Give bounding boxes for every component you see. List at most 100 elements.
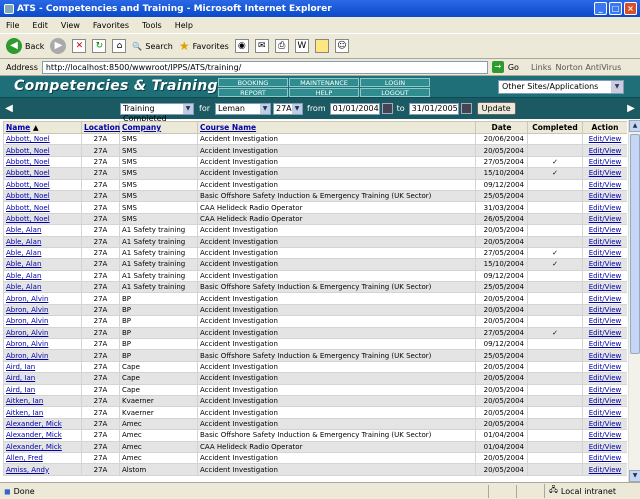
menu-help[interactable]: Help <box>175 21 193 30</box>
print-icon[interactable]: ⎙ <box>274 39 289 53</box>
employee-name-link[interactable]: Alexander, Mick <box>6 420 62 428</box>
employee-name-link[interactable]: Able, Alan <box>6 272 41 280</box>
employee-name-link[interactable]: Able, Alan <box>6 226 41 234</box>
employee-name-link[interactable]: Aitken, Ian <box>6 397 43 405</box>
update-button[interactable]: Update <box>476 102 516 115</box>
edit-view-link[interactable]: Edit/View <box>589 238 622 246</box>
from-date-input[interactable]: 01/01/2004 <box>329 102 380 115</box>
edit-view-link[interactable]: Edit/View <box>589 317 622 325</box>
scroll-up-icon[interactable]: ▲ <box>629 120 640 132</box>
edit-view-link[interactable]: Edit/View <box>589 204 622 212</box>
edit-view-link[interactable]: Edit/View <box>589 249 622 257</box>
employee-name-link[interactable]: Amiss, Andy <box>6 466 49 474</box>
messenger-icon[interactable]: ☺ <box>334 39 349 53</box>
edit-view-link[interactable]: Edit/View <box>589 363 622 371</box>
col-name[interactable]: Name ▲ <box>3 121 82 134</box>
edit-view-link[interactable]: Edit/View <box>589 374 622 382</box>
edit-view-link[interactable]: Edit/View <box>589 340 622 348</box>
edit-view-link[interactable]: Edit/View <box>589 420 622 428</box>
employee-name-link[interactable]: Aird, Ian <box>6 363 35 371</box>
employee-name-link[interactable]: Alexander, Mick <box>6 431 62 439</box>
maximize-button[interactable]: □ <box>609 2 622 15</box>
nav-logout[interactable]: LOGOUT <box>360 88 430 97</box>
edit-view-link[interactable]: Edit/View <box>589 147 622 155</box>
edit-view-link[interactable]: Edit/View <box>589 386 622 394</box>
scroll-thumb[interactable] <box>630 134 640 354</box>
vertical-scrollbar[interactable]: ▲ ▼ <box>628 120 640 482</box>
report-type-select[interactable]: Training Completed ▼ <box>120 102 194 123</box>
employee-name-link[interactable]: Abbott, Noel <box>6 147 50 155</box>
refresh-icon[interactable]: ↻ <box>92 39 107 53</box>
favorites-button[interactable]: ★ Favorites <box>179 39 229 53</box>
norton-button[interactable]: Norton AntiVirus <box>556 63 622 72</box>
menu-tools[interactable]: Tools <box>142 21 162 30</box>
employee-name-link[interactable]: Abbott, Noel <box>6 169 50 177</box>
employee-name-link[interactable]: Able, Alan <box>6 238 41 246</box>
edit-view-link[interactable]: Edit/View <box>589 135 622 143</box>
other-sites-select[interactable]: Other Sites/Applications ▼ <box>498 80 624 94</box>
address-input[interactable]: http://localhost:8500/wwwroot/IPPS/ATS/t… <box>41 60 488 74</box>
edit-view-link[interactable]: Edit/View <box>589 466 622 474</box>
employee-name-link[interactable]: Aitken, Ian <box>6 409 43 417</box>
edit-view-link[interactable]: Edit/View <box>589 306 622 314</box>
menu-edit[interactable]: Edit <box>32 21 48 30</box>
employee-name-link[interactable]: Abbott, Noel <box>6 215 50 223</box>
search-button[interactable]: 🔍 Search <box>132 42 172 51</box>
employee-name-link[interactable]: Abron, Alvin <box>6 340 48 348</box>
code-select[interactable]: 27A ▼ <box>273 102 303 115</box>
scroll-down-icon[interactable]: ▼ <box>629 470 640 482</box>
nav-report[interactable]: REPORT <box>218 88 288 97</box>
edit-view-link[interactable]: Edit/View <box>589 260 622 268</box>
close-button[interactable]: × <box>624 2 637 15</box>
go-arrow-icon[interactable]: → <box>491 61 504 73</box>
col-company[interactable]: Company <box>119 121 198 134</box>
edit-view-link[interactable]: Edit/View <box>589 169 622 177</box>
employee-name-link[interactable]: Able, Alan <box>6 260 41 268</box>
employee-name-link[interactable]: Abbott, Noel <box>6 135 50 143</box>
home-icon[interactable]: ⌂ <box>112 39 127 53</box>
company-select[interactable]: Leman ▼ <box>215 102 271 115</box>
col-location[interactable]: Location <box>81 121 120 134</box>
edit-view-link[interactable]: Edit/View <box>589 409 622 417</box>
employee-name-link[interactable]: Abron, Alvin <box>6 295 48 303</box>
forward-button[interactable]: ▶ <box>50 38 67 54</box>
edit-view-link[interactable]: Edit/View <box>589 158 622 166</box>
edit-view-link[interactable]: Edit/View <box>589 454 622 462</box>
edit-view-link[interactable]: Edit/View <box>589 431 622 439</box>
next-arrow-icon[interactable]: ▶ <box>626 103 636 114</box>
employee-name-link[interactable]: Able, Alan <box>6 249 41 257</box>
discuss-icon[interactable] <box>314 39 329 53</box>
links-button[interactable]: Links <box>531 63 552 72</box>
menu-favorites[interactable]: Favorites <box>93 21 129 30</box>
employee-name-link[interactable]: Abron, Alvin <box>6 352 48 360</box>
employee-name-link[interactable]: Abbott, Noel <box>6 158 50 166</box>
edit-view-link[interactable]: Edit/View <box>589 192 622 200</box>
employee-name-link[interactable]: Aird, Ian <box>6 386 35 394</box>
employee-name-link[interactable]: Abron, Alvin <box>6 306 48 314</box>
nav-booking[interactable]: BOOKING <box>218 78 288 87</box>
employee-name-link[interactable]: Allen, Fred <box>6 454 43 462</box>
employee-name-link[interactable]: Able, Alan <box>6 283 41 291</box>
stop-icon[interactable]: ✕ <box>72 39 87 53</box>
nav-login[interactable]: LOGIN <box>360 78 430 87</box>
minimize-button[interactable]: _ <box>594 2 607 15</box>
menu-view[interactable]: View <box>61 21 80 30</box>
media-icon[interactable]: ◉ <box>234 39 249 53</box>
edit-view-link[interactable]: Edit/View <box>589 443 622 451</box>
col-course[interactable]: Course Name <box>197 121 476 134</box>
employee-name-link[interactable]: Alexander, Mick <box>6 443 62 451</box>
employee-name-link[interactable]: Abbott, Noel <box>6 192 50 200</box>
calendar-icon[interactable] <box>381 103 393 114</box>
employee-name-link[interactable]: Abron, Alvin <box>6 329 48 337</box>
edit-view-link[interactable]: Edit/View <box>589 295 622 303</box>
edit-view-link[interactable]: Edit/View <box>589 329 622 337</box>
menu-file[interactable]: File <box>6 21 19 30</box>
nav-maintenance[interactable]: MAINTENANCE <box>289 78 359 87</box>
employee-name-link[interactable]: Aird, Ian <box>6 374 35 382</box>
employee-name-link[interactable]: Abron, Alvin <box>6 317 48 325</box>
edit-view-link[interactable]: Edit/View <box>589 397 622 405</box>
back-button[interactable]: ◀ Back <box>6 38 44 54</box>
to-date-input[interactable]: 31/01/2005 <box>408 102 459 115</box>
edit-view-link[interactable]: Edit/View <box>589 352 622 360</box>
prev-arrow-icon[interactable]: ◀ <box>4 103 14 114</box>
